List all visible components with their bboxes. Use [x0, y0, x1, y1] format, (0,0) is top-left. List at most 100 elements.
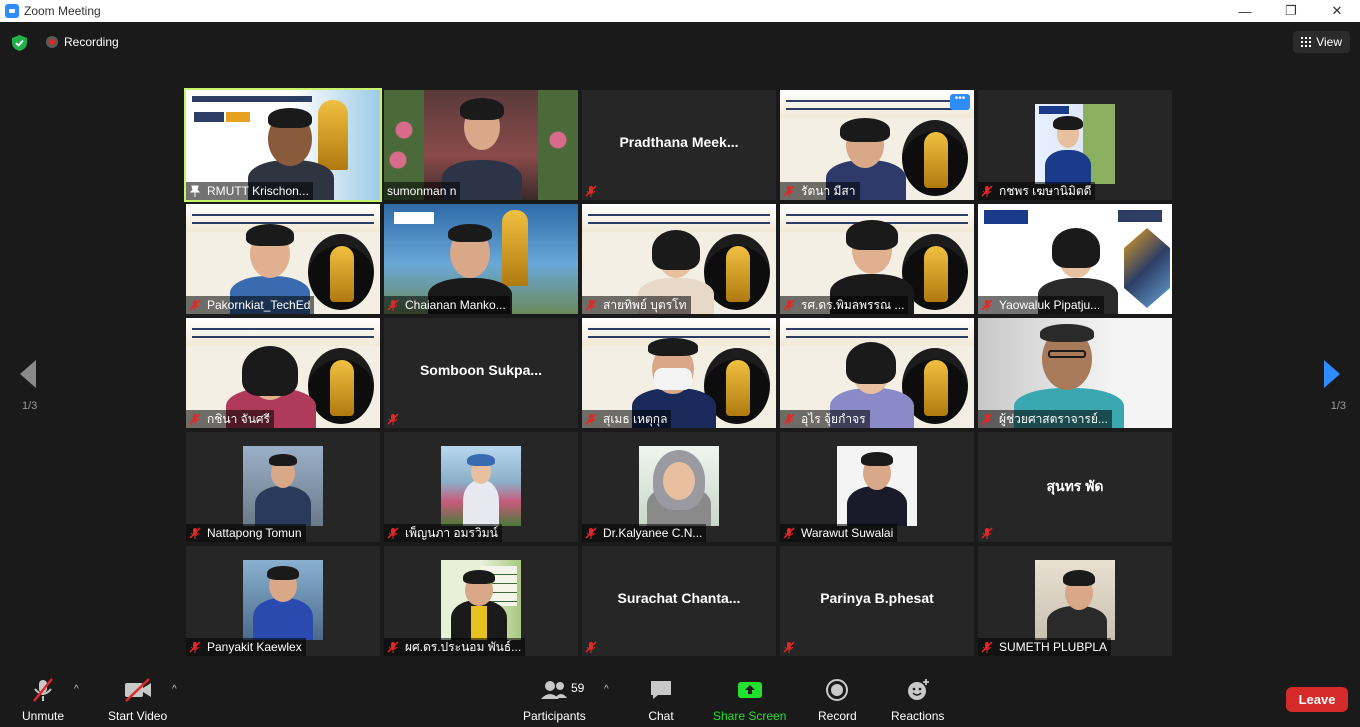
- participant-tile[interactable]: Pakornkiat_TechEd: [186, 204, 380, 314]
- previous-page-arrow-icon[interactable]: [14, 354, 44, 394]
- participant-namebar: ผศ.ดร.ประนอม พันธ์...: [384, 638, 526, 656]
- participant-namebar: Warawut Suwalai: [780, 524, 898, 542]
- profile-photo: [837, 446, 917, 526]
- participant-tile[interactable]: เพ็ญนภา อมรวิมน์: [384, 432, 578, 542]
- participant-namebar: [582, 182, 607, 200]
- view-label: View: [1316, 35, 1342, 49]
- participant-tile[interactable]: sumonman n: [384, 90, 578, 200]
- muted-mic-icon: [783, 299, 795, 311]
- participant-tile[interactable]: Pradthana Meek...: [582, 90, 776, 200]
- participant-namebar: [384, 410, 409, 428]
- window-titlebar: Zoom Meeting — ❐ ✕: [0, 0, 1360, 22]
- more-options-button[interactable]: •••: [950, 94, 970, 110]
- participant-name: Chaianan Manko...: [405, 298, 506, 312]
- muted-mic-icon: [585, 299, 597, 311]
- muted-mic-icon: [189, 641, 201, 653]
- participant-tile[interactable]: สายทิพย์ บุตรโท: [582, 204, 776, 314]
- next-page-arrow-icon[interactable]: [1316, 354, 1346, 394]
- profile-photo: [1035, 104, 1115, 184]
- participant-namebar: กชพร เฆษานิมิตดี: [978, 182, 1096, 200]
- pin-icon: [189, 185, 201, 197]
- participant-tile[interactable]: Nattapong Tomun: [186, 432, 380, 542]
- gallery-grid: RMUTT Krischon... sumonman n Pradthana M…: [184, 88, 1174, 656]
- recording-dot-icon: [46, 36, 58, 48]
- participants-count: 59: [571, 681, 585, 695]
- grid-view-icon: [1301, 37, 1312, 47]
- participant-tile[interactable]: RMUTT Krischon...: [184, 88, 382, 202]
- participant-name: เพ็ญนภา อมรวิมน์: [405, 525, 498, 540]
- participant-tile[interactable]: SUMETH PLUBPLA: [978, 546, 1172, 656]
- muted-mic-icon: [783, 641, 795, 653]
- participant-name: Pakornkiat_TechEd: [207, 298, 311, 312]
- participant-tile[interactable]: ผู้ช่วยศาสตราจารย์...: [978, 318, 1172, 428]
- reactions-button[interactable]: Reactions: [891, 676, 944, 723]
- participant-display-name: Pradthana Meek...: [619, 134, 739, 150]
- participant-tile[interactable]: กชพร เฆษานิมิตดี: [978, 90, 1172, 200]
- participant-tile[interactable]: Chaianan Manko...: [384, 204, 578, 314]
- participant-name: Nattapong Tomun: [207, 526, 302, 540]
- participant-tile[interactable]: ••• รัตนา มีสา: [780, 90, 974, 200]
- meeting-controls-toolbar: Unmute ^ Start Video ^ Participants 59 ^…: [0, 670, 1360, 727]
- security-shield-icon[interactable]: [12, 35, 27, 51]
- unmute-button[interactable]: Unmute: [22, 676, 64, 723]
- meeting-topbar: Recording View: [0, 22, 1360, 64]
- participant-namebar: Dr.Kalyanee C.N...: [582, 524, 707, 542]
- minimize-button[interactable]: —: [1222, 0, 1268, 22]
- participant-name: ผศ.ดร.ประนอม พันธ์...: [405, 639, 522, 654]
- participant-tile[interactable]: รศ.ดร.พิมลพรรณ ...: [780, 204, 974, 314]
- participants-options-chevron-icon[interactable]: ^: [604, 684, 609, 695]
- participant-namebar: Nattapong Tomun: [186, 524, 306, 542]
- participant-tile[interactable]: อุไร จุ้ยกำจร: [780, 318, 974, 428]
- participant-namebar: รศ.ดร.พิมลพรรณ ...: [780, 296, 909, 314]
- window-title: Zoom Meeting: [24, 4, 101, 18]
- profile-photo: [441, 446, 521, 526]
- restore-button[interactable]: ❐: [1268, 0, 1314, 22]
- participant-tile[interactable]: Surachat Chanta...: [582, 546, 776, 656]
- participant-display-name: สุนทร พัด: [1046, 478, 1104, 494]
- participant-name: SUMETH PLUBPLA: [999, 640, 1108, 654]
- participant-tile[interactable]: กชินา จันศรี: [186, 318, 380, 428]
- leave-button[interactable]: Leave: [1286, 687, 1348, 712]
- muted-mic-icon: [981, 299, 993, 311]
- start-video-label: Start Video: [108, 709, 168, 723]
- participant-tile[interactable]: ผศ.ดร.ประนอม พันธ์...: [384, 546, 578, 656]
- share-screen-button[interactable]: Share Screen: [713, 676, 786, 723]
- profile-photo: [441, 560, 521, 640]
- muted-mic-icon: [189, 413, 201, 425]
- participant-name: Yaowaluk Pipatju...: [999, 298, 1101, 312]
- participant-name: Warawut Suwalai: [801, 526, 894, 540]
- video-options-chevron-icon[interactable]: ^: [172, 684, 177, 695]
- muted-mic-icon: [783, 413, 795, 425]
- participant-tile[interactable]: Somboon Sukpa...: [384, 318, 578, 428]
- participant-name: สายทิพย์ บุตรโท: [603, 297, 687, 312]
- record-icon: [822, 676, 852, 704]
- participant-tile[interactable]: Dr.Kalyanee C.N...: [582, 432, 776, 542]
- video-off-icon: [123, 676, 153, 704]
- audio-options-chevron-icon[interactable]: ^: [74, 684, 79, 695]
- muted-microphone-icon: [28, 676, 58, 704]
- participant-tile[interactable]: Yaowaluk Pipatju...: [978, 204, 1172, 314]
- chat-button[interactable]: Chat: [646, 676, 676, 723]
- unmute-label: Unmute: [22, 709, 65, 723]
- record-button[interactable]: Record: [818, 676, 857, 723]
- muted-mic-icon: [387, 641, 399, 653]
- participant-namebar: สายทิพย์ บุตรโท: [582, 296, 691, 314]
- participant-tile[interactable]: Panyakit Kaewlex: [186, 546, 380, 656]
- muted-mic-icon: [585, 413, 597, 425]
- participant-tile[interactable]: สุเมธ เหตุกุล: [582, 318, 776, 428]
- participant-namebar: [978, 524, 1003, 542]
- muted-mic-icon: [189, 527, 201, 539]
- muted-mic-icon: [981, 527, 993, 539]
- participant-display-name: Somboon Sukpa...: [419, 362, 543, 378]
- muted-mic-icon: [783, 527, 795, 539]
- participant-tile[interactable]: สุนทร พัด: [978, 432, 1172, 542]
- profile-photo: [639, 446, 719, 526]
- participant-tile[interactable]: Warawut Suwalai: [780, 432, 974, 542]
- muted-mic-icon: [981, 413, 993, 425]
- recording-indicator[interactable]: Recording: [46, 35, 119, 49]
- participant-tile[interactable]: Parinya B.phesat: [780, 546, 974, 656]
- close-button[interactable]: ✕: [1314, 0, 1360, 22]
- view-button[interactable]: View: [1293, 31, 1350, 53]
- participant-display-name: Surachat Chanta...: [617, 590, 741, 606]
- start-video-button[interactable]: Start Video: [108, 676, 167, 723]
